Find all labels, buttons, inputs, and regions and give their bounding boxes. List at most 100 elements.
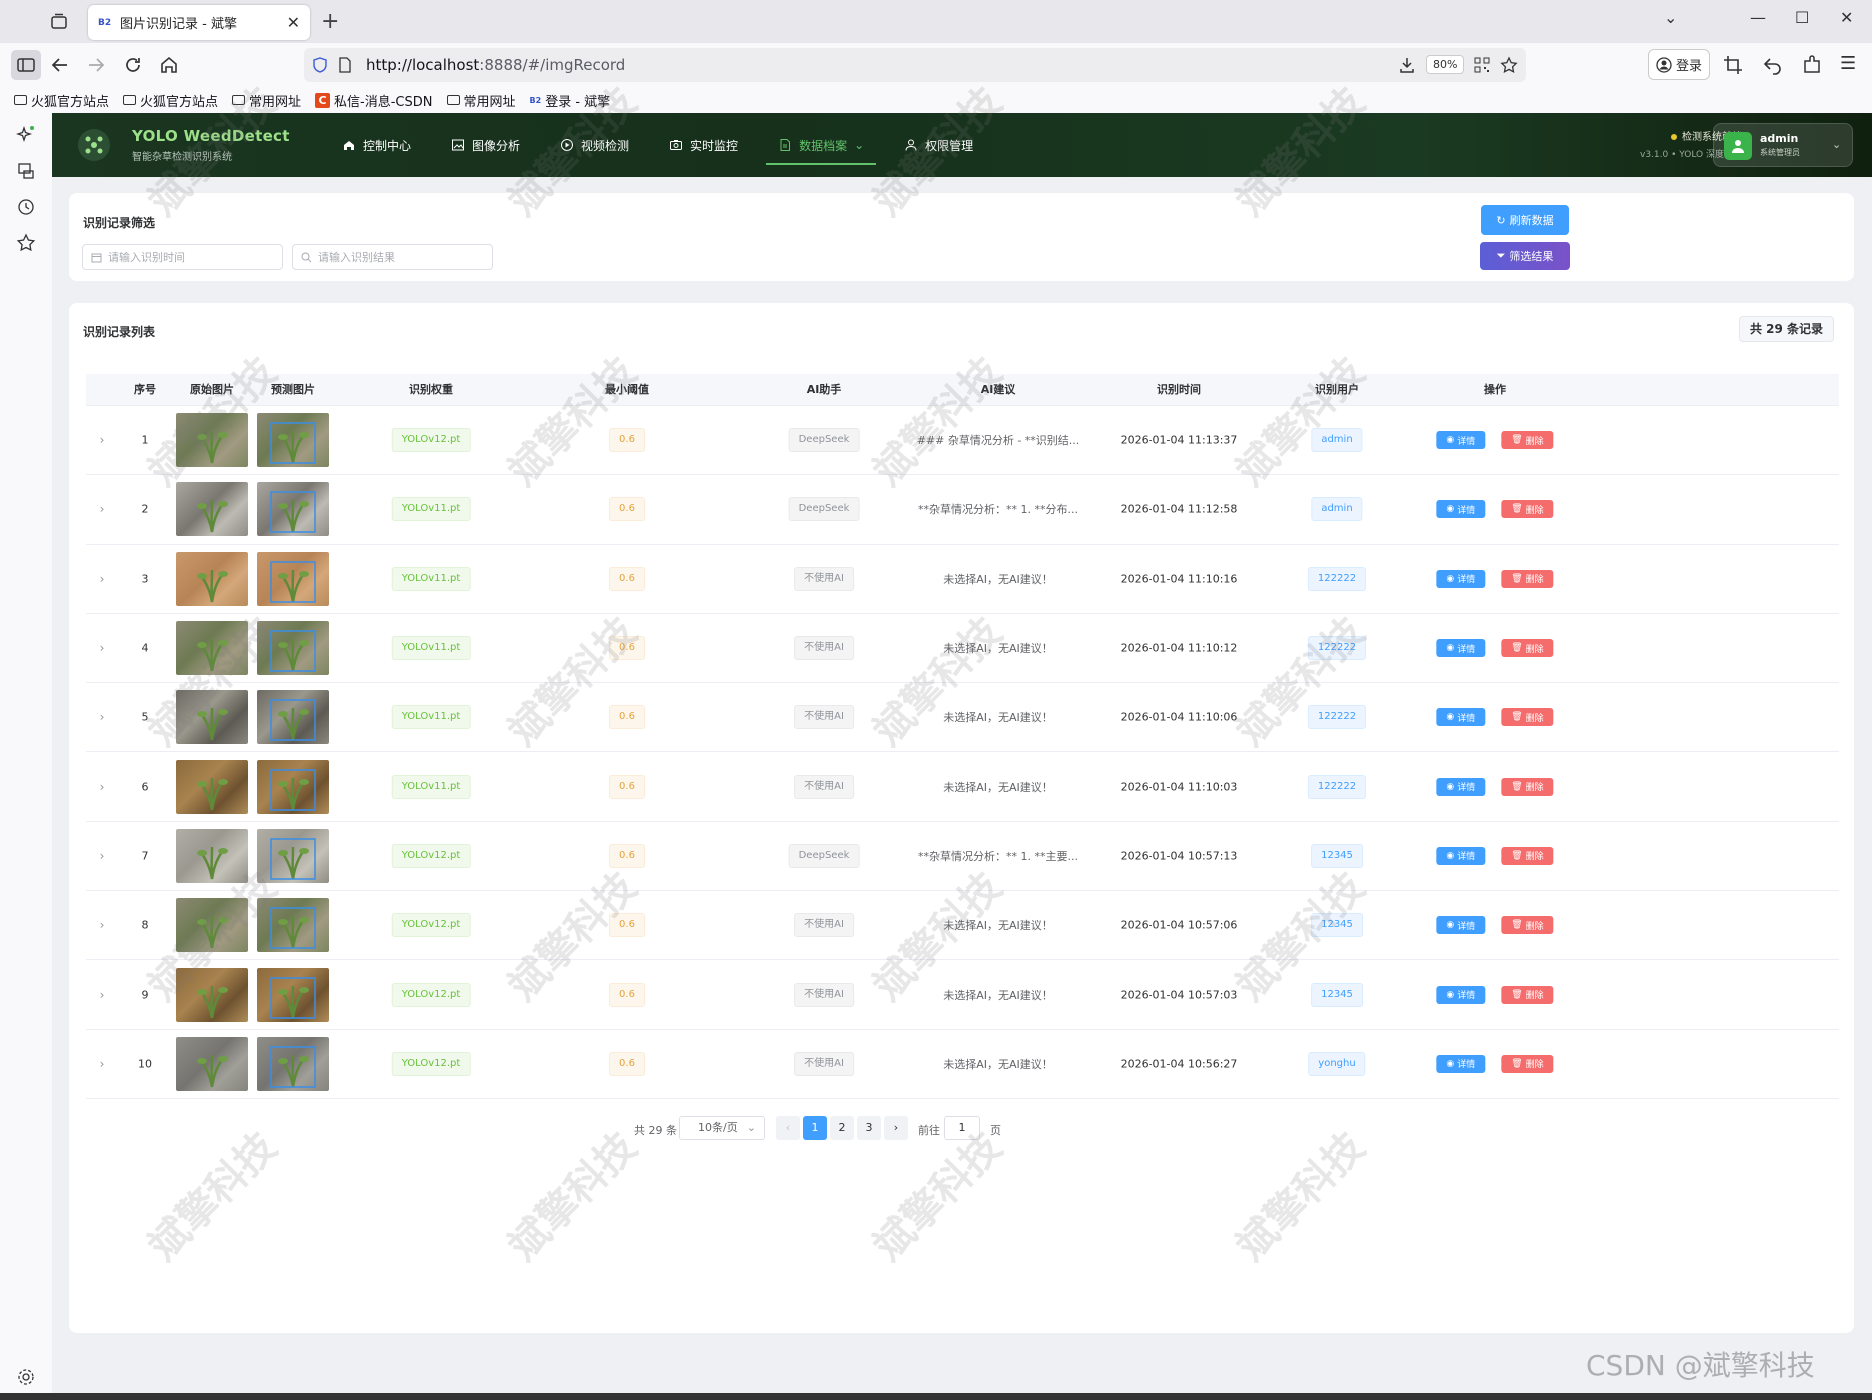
menu-item-4[interactable]: 实时监控 bbox=[649, 113, 758, 177]
zoom-level[interactable]: 80% bbox=[1426, 55, 1465, 74]
menu-item-3[interactable]: 视频检测 bbox=[540, 113, 649, 177]
browser-tab[interactable]: B2 图片识别记录 - 斌擎 ✕ bbox=[88, 5, 310, 40]
original-image[interactable] bbox=[176, 551, 248, 606]
detail-button[interactable]: ◉ 详情 bbox=[1436, 500, 1486, 519]
bookmark-item[interactable]: 火狐官方站点 bbox=[14, 91, 109, 110]
sidebar-toggle-button[interactable] bbox=[11, 50, 41, 80]
maximize-icon[interactable]: ☐ bbox=[1795, 8, 1809, 27]
user-menu[interactable]: admin 系统管理员 ⌄ bbox=[1713, 123, 1853, 167]
expand-row-icon[interactable]: › bbox=[100, 433, 105, 447]
delete-button[interactable]: 🗑 删除 bbox=[1501, 1054, 1554, 1073]
tab-close-icon[interactable]: ✕ bbox=[287, 13, 300, 32]
address-bar[interactable]: http://localhost:8888/#/imgRecord 80% bbox=[304, 48, 1526, 82]
delete-button[interactable]: 🗑 删除 bbox=[1501, 916, 1554, 935]
bookmarks-star-icon[interactable] bbox=[16, 233, 36, 253]
delete-button[interactable]: 🗑 删除 bbox=[1501, 500, 1554, 519]
expand-row-icon[interactable]: › bbox=[100, 988, 105, 1002]
menu-icon[interactable]: ☰ bbox=[1840, 53, 1856, 74]
result-filter-input[interactable]: 请输入识别结果 bbox=[292, 244, 493, 270]
delete-button[interactable]: 🗑 删除 bbox=[1501, 431, 1554, 450]
sync-tabs-icon[interactable] bbox=[16, 161, 36, 181]
predicted-image[interactable] bbox=[257, 1036, 329, 1091]
original-image[interactable] bbox=[176, 967, 248, 1022]
menu-item-2[interactable]: 图像分析 bbox=[431, 113, 540, 177]
bookmark-star-icon[interactable] bbox=[1500, 56, 1518, 74]
login-button[interactable]: 登录 bbox=[1648, 49, 1710, 80]
bookmark-item[interactable]: 常用网址 bbox=[446, 91, 516, 110]
page-number-button[interactable]: 2 bbox=[830, 1116, 854, 1140]
expand-row-icon[interactable]: › bbox=[100, 710, 105, 724]
reload-icon[interactable] bbox=[121, 53, 145, 77]
original-image[interactable] bbox=[176, 1036, 248, 1091]
predicted-image[interactable] bbox=[257, 690, 329, 745]
bookmark-item[interactable]: C 私信-消息-CSDN bbox=[315, 91, 433, 110]
detail-button[interactable]: ◉ 详情 bbox=[1436, 985, 1486, 1004]
expand-row-icon[interactable]: › bbox=[100, 502, 105, 516]
original-image[interactable] bbox=[176, 690, 248, 745]
download-icon[interactable] bbox=[1398, 56, 1416, 74]
forward-icon[interactable] bbox=[84, 53, 108, 77]
predicted-image[interactable] bbox=[257, 828, 329, 883]
next-page-button[interactable]: › bbox=[884, 1116, 908, 1140]
original-image[interactable] bbox=[176, 482, 248, 537]
expand-row-icon[interactable]: › bbox=[100, 572, 105, 586]
detail-button[interactable]: ◉ 详情 bbox=[1436, 708, 1486, 727]
goto-page-input[interactable]: 1 bbox=[944, 1116, 980, 1140]
undo-icon[interactable] bbox=[1761, 53, 1785, 77]
tab-list-chevron-icon[interactable]: ⌄ bbox=[1664, 8, 1677, 27]
predicted-image[interactable] bbox=[257, 898, 329, 953]
crop-icon[interactable] bbox=[1721, 53, 1745, 77]
delete-button[interactable]: 🗑 删除 bbox=[1501, 639, 1554, 658]
shield-icon[interactable] bbox=[312, 57, 328, 73]
ai-sparkle-icon[interactable] bbox=[16, 125, 36, 145]
delete-button[interactable]: 🗑 删除 bbox=[1501, 985, 1554, 1004]
expand-row-icon[interactable]: › bbox=[100, 780, 105, 794]
home-page-icon[interactable] bbox=[157, 53, 181, 77]
close-window-icon[interactable]: ✕ bbox=[1840, 8, 1853, 27]
original-image[interactable] bbox=[176, 828, 248, 883]
detail-button[interactable]: ◉ 详情 bbox=[1436, 431, 1486, 450]
original-image[interactable] bbox=[176, 759, 248, 814]
original-image[interactable] bbox=[176, 621, 248, 676]
expand-row-icon[interactable]: › bbox=[100, 1057, 105, 1071]
detail-button[interactable]: ◉ 详情 bbox=[1436, 1054, 1486, 1073]
page-size-select[interactable]: 10条/页 ⌄ bbox=[679, 1116, 765, 1140]
delete-button[interactable]: 🗑 删除 bbox=[1501, 569, 1554, 588]
time-filter-input[interactable]: 请输入识别时间 bbox=[82, 244, 283, 270]
new-tab-icon[interactable]: + bbox=[321, 9, 339, 34]
original-image[interactable] bbox=[176, 413, 248, 468]
delete-button[interactable]: 🗑 删除 bbox=[1501, 777, 1554, 796]
filter-button[interactable]: ⏷ 筛选结果 bbox=[1480, 242, 1570, 270]
detail-button[interactable]: ◉ 详情 bbox=[1436, 777, 1486, 796]
page-number-button[interactable]: 3 bbox=[857, 1116, 881, 1140]
menu-item-6[interactable]: 权限管理 bbox=[884, 113, 993, 177]
prev-page-button[interactable]: ‹ bbox=[776, 1116, 800, 1140]
bookmark-item[interactable]: B2 登录 - 斌擎 bbox=[530, 91, 611, 110]
menu-item-5[interactable]: 数据档案 ⌄ bbox=[758, 113, 884, 177]
tab-overview-icon[interactable] bbox=[49, 12, 69, 32]
predicted-image[interactable] bbox=[257, 967, 329, 1022]
predicted-image[interactable] bbox=[257, 413, 329, 468]
predicted-image[interactable] bbox=[257, 621, 329, 676]
detail-button[interactable]: ◉ 详情 bbox=[1436, 639, 1486, 658]
expand-row-icon[interactable]: › bbox=[100, 849, 105, 863]
expand-row-icon[interactable]: › bbox=[100, 918, 105, 932]
refresh-button[interactable]: ↻ 刷新数据 bbox=[1481, 205, 1569, 235]
bookmark-item[interactable]: 常用网址 bbox=[232, 91, 301, 110]
delete-button[interactable]: 🗑 删除 bbox=[1501, 708, 1554, 727]
qr-code-icon[interactable] bbox=[1474, 57, 1490, 73]
original-image[interactable] bbox=[176, 898, 248, 953]
minimize-icon[interactable]: — bbox=[1750, 8, 1766, 27]
delete-button[interactable]: 🗑 删除 bbox=[1501, 846, 1554, 865]
page-number-button[interactable]: 1 bbox=[803, 1116, 827, 1140]
predicted-image[interactable] bbox=[257, 482, 329, 537]
detail-button[interactable]: ◉ 详情 bbox=[1436, 846, 1486, 865]
history-icon[interactable] bbox=[16, 197, 36, 217]
expand-row-icon[interactable]: › bbox=[100, 641, 105, 655]
settings-gear-icon[interactable] bbox=[16, 1367, 36, 1387]
detail-button[interactable]: ◉ 详情 bbox=[1436, 916, 1486, 935]
predicted-image[interactable] bbox=[257, 759, 329, 814]
predicted-image[interactable] bbox=[257, 551, 329, 606]
menu-item-1[interactable]: 控制中心 bbox=[322, 113, 431, 177]
back-icon[interactable] bbox=[48, 53, 72, 77]
